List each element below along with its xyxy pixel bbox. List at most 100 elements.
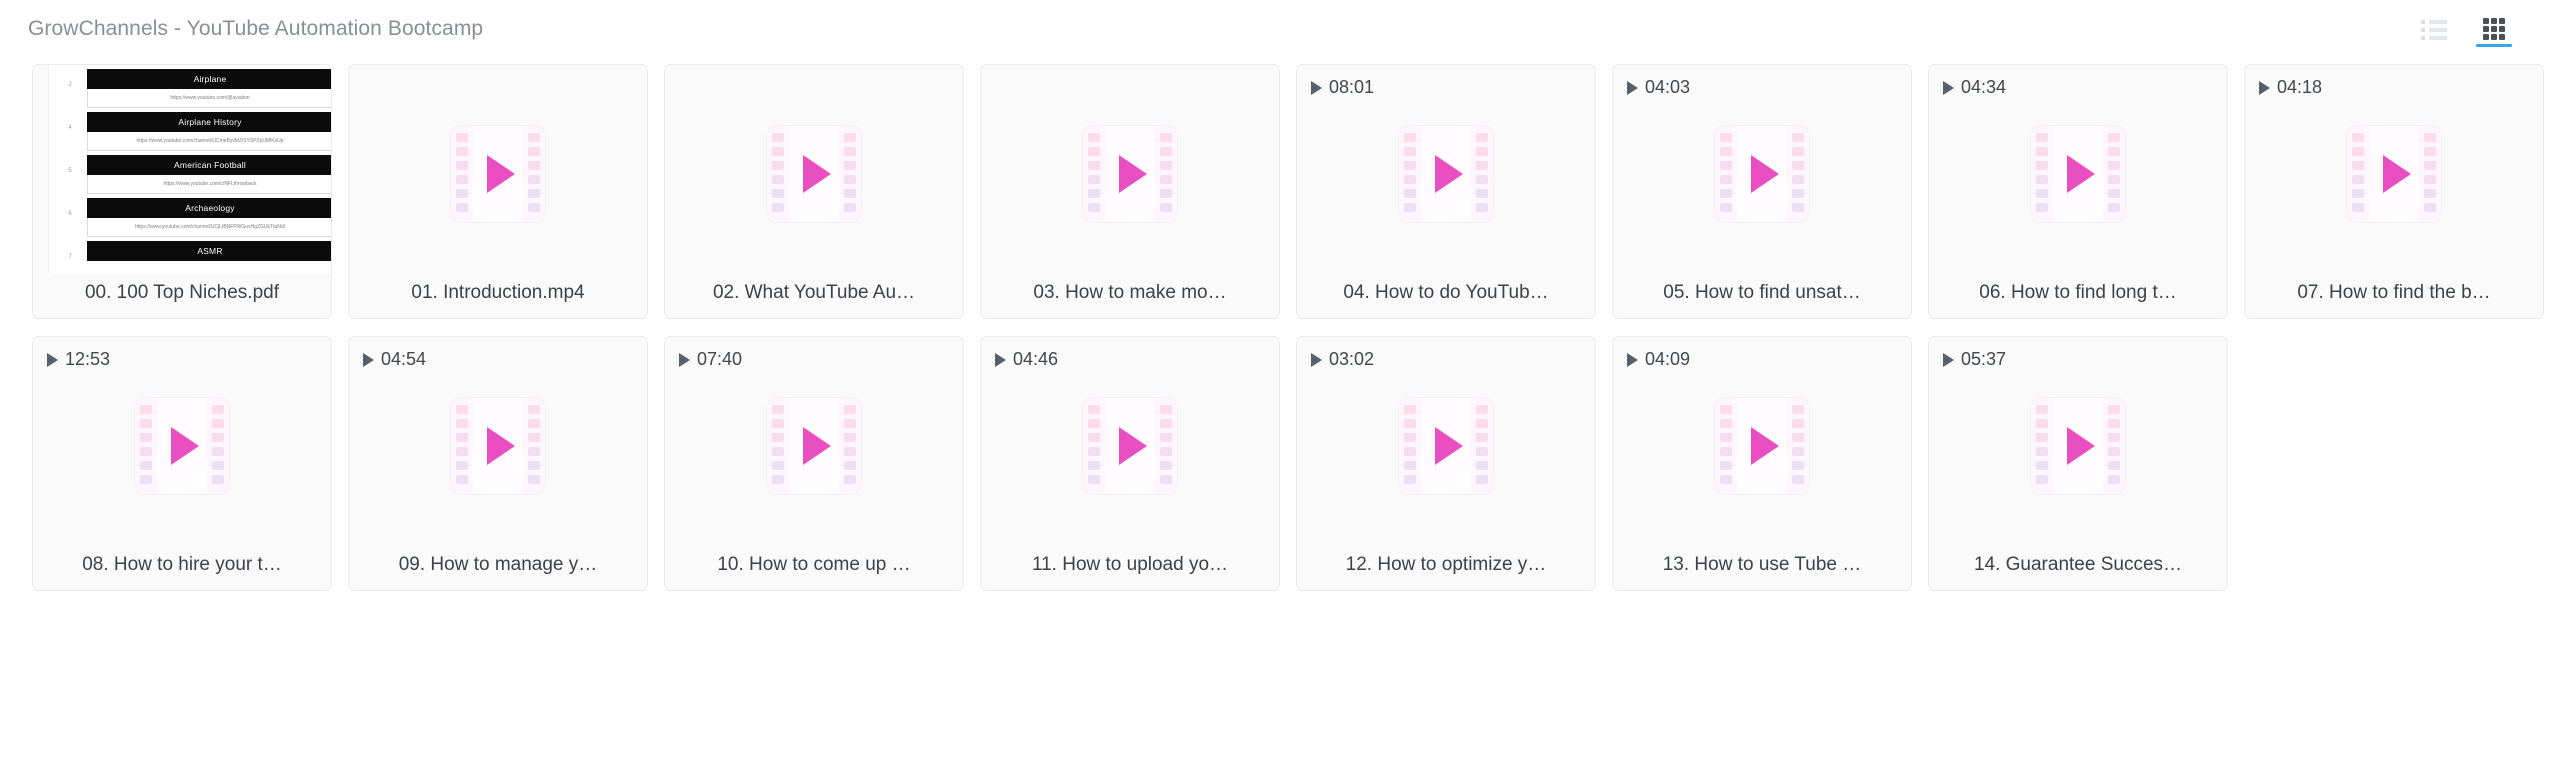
play-icon (47, 352, 58, 367)
play-triangle-icon (802, 426, 831, 465)
duration-badge: 05:37 (1943, 349, 2006, 370)
duration-text: 04:09 (1645, 349, 1691, 369)
file-card-slot: 04:18 07. How to find the b… (2236, 64, 2549, 319)
file-name-label: 06. How to find long t… (1979, 282, 2177, 303)
video-file-icon (1083, 125, 1177, 222)
app-header: GrowChannels - YouTube Automation Bootca… (0, 0, 2549, 58)
file-card[interactable]: 03:02 12. How to optimize y… (1296, 336, 1596, 591)
play-triangle-icon (1750, 154, 1779, 193)
play-icon (995, 352, 1006, 367)
play-triangle-icon (2066, 426, 2095, 465)
pdf-preview-row: 7 ASMR (49, 241, 331, 261)
pdf-niche-url: https://www.youtube.com/channel/UCmeByvM… (87, 132, 331, 151)
video-file-icon (1399, 397, 1493, 494)
file-card[interactable]: 04:09 13. How to use Tube … (1612, 336, 1912, 591)
play-triangle-icon (2382, 154, 2411, 193)
pdf-preview-row: 2 Airplane https://www.youtube.com/@aviati… (49, 69, 331, 108)
video-file-icon (1715, 125, 1809, 222)
pdf-niche-name: ASMR (87, 241, 331, 261)
file-card[interactable]: 04:46 11. How to upload yo… (980, 336, 1280, 591)
file-card-slot: 08:01 04. How to do YouTub… (1288, 64, 1604, 319)
pdf-row-number: 6 (68, 211, 72, 217)
play-triangle-icon (486, 154, 515, 193)
active-view-indicator (2476, 44, 2512, 47)
duration-badge: 07:40 (679, 349, 742, 370)
video-file-icon (451, 125, 545, 222)
duration-text: 04:54 (381, 349, 427, 369)
pdf-niche-url: https://www.youtube.com/c/NFLthrowback (87, 175, 331, 194)
duration-badge: 04:34 (1943, 77, 2006, 98)
file-card[interactable]: 08:01 04. How to do YouTub… (1296, 64, 1596, 319)
pdf-row-number: 5 (68, 168, 72, 174)
file-card-slot: 04:03 05. How to find unsat… (1604, 64, 1920, 319)
file-name-label: 07. How to find the b… (2297, 282, 2491, 303)
duration-text: 04:34 (1961, 77, 2007, 97)
file-card-slot: 07:40 10. How to come up … (656, 336, 972, 591)
file-card-slot: 04:54 09. How to manage y… (340, 336, 656, 591)
file-card[interactable]: 2 Airplane https://www.youtube.com/@aviati… (32, 64, 332, 319)
video-file-icon (767, 397, 861, 494)
duration-badge: 04:46 (995, 349, 1058, 370)
file-card[interactable]: 03. How to make mo… (980, 64, 1280, 319)
file-name-label: 12. How to optimize y… (1345, 554, 1547, 575)
video-file-icon (135, 397, 229, 494)
play-triangle-icon (802, 154, 831, 193)
play-icon (363, 352, 374, 367)
duration-badge: 08:01 (1311, 77, 1374, 98)
file-card[interactable]: 04:03 05. How to find unsat… (1612, 64, 1912, 319)
file-card-slot: 03. How to make mo… (972, 64, 1288, 319)
file-name-label: 13. How to use Tube … (1662, 554, 1862, 575)
list-view-icon (2421, 20, 2447, 40)
file-card[interactable]: 05:37 14. Guarantee Succes… (1928, 336, 2228, 591)
play-triangle-icon (170, 426, 199, 465)
file-name-label: 09. How to manage y… (398, 554, 598, 575)
pdf-niche-name: Archaeology (87, 198, 331, 218)
pdf-row-number: 4 (68, 125, 72, 131)
file-name-label: 01. Introduction.mp4 (411, 282, 585, 303)
video-file-icon (1083, 397, 1177, 494)
file-name-label: 00. 100 Top Niches.pdf (33, 274, 331, 318)
file-card[interactable]: 12:53 08. How to hire your t… (32, 336, 332, 591)
file-card[interactable]: 04:34 06. How to find long t… (1928, 64, 2228, 319)
video-file-icon (1399, 125, 1493, 222)
file-grid-row-1: 2 Airplane https://www.youtube.com/@aviati… (24, 64, 2544, 319)
file-browser-app: GrowChannels - YouTube Automation Bootca… (0, 0, 2549, 776)
file-name-label: 11. How to upload yo… (1031, 554, 1229, 575)
play-icon (1311, 80, 1322, 95)
play-triangle-icon (1434, 426, 1463, 465)
file-card[interactable]: 04:18 07. How to find the b… (2244, 64, 2544, 319)
file-grid-row-2: 12:53 08. How to hire your t… 04:54 09. How… (24, 336, 2525, 591)
pdf-niche-url: https://www.youtube.com/@aviation (87, 89, 331, 108)
file-name-label: 08. How to hire your t… (82, 554, 282, 575)
file-card[interactable]: 04:54 09. How to manage y… (348, 336, 648, 591)
duration-text: 04:03 (1645, 77, 1691, 97)
video-file-icon (1715, 397, 1809, 494)
page-title: GrowChannels - YouTube Automation Bootca… (28, 17, 484, 40)
grid-view-button[interactable] (2476, 9, 2512, 49)
play-triangle-icon (486, 426, 515, 465)
file-card[interactable]: 07:40 10. How to come up … (664, 336, 964, 591)
file-card-slot: 2 Airplane https://www.youtube.com/@aviati… (24, 64, 340, 319)
file-name-label: 02. What YouTube Au… (712, 282, 916, 303)
file-card-slot: 05:37 14. Guarantee Succes… (1920, 336, 2236, 591)
pdf-preview-row: 6 Archaeology https://www.youtube.com/chan… (49, 198, 331, 237)
file-name-label: 05. How to find unsat… (1663, 282, 1861, 303)
play-triangle-icon (1118, 154, 1147, 193)
duration-text: 03:02 (1329, 349, 1375, 369)
pdf-niche-name: Airplane (87, 69, 331, 89)
pdf-preview-row: 5 American Football https://www.youtube.co… (49, 155, 331, 194)
file-card[interactable]: 02. What YouTube Au… (664, 64, 964, 319)
view-toggle-group (2417, 9, 2525, 49)
duration-badge: 04:09 (1627, 349, 1690, 370)
file-card[interactable]: 01. Introduction.mp4 (348, 64, 648, 319)
pdf-niche-name: Airplane History (87, 112, 331, 132)
duration-badge: 04:03 (1627, 77, 1690, 98)
file-card-slot: 04:34 06. How to find long t… (1920, 64, 2236, 319)
video-file-icon (2347, 125, 2441, 222)
play-icon (1943, 80, 1954, 95)
grid-view-icon (2483, 18, 2505, 40)
play-icon (1627, 80, 1638, 95)
list-view-button[interactable] (2417, 9, 2451, 49)
duration-text: 12:53 (65, 349, 111, 369)
file-name-label: 10. How to come up … (717, 554, 911, 575)
